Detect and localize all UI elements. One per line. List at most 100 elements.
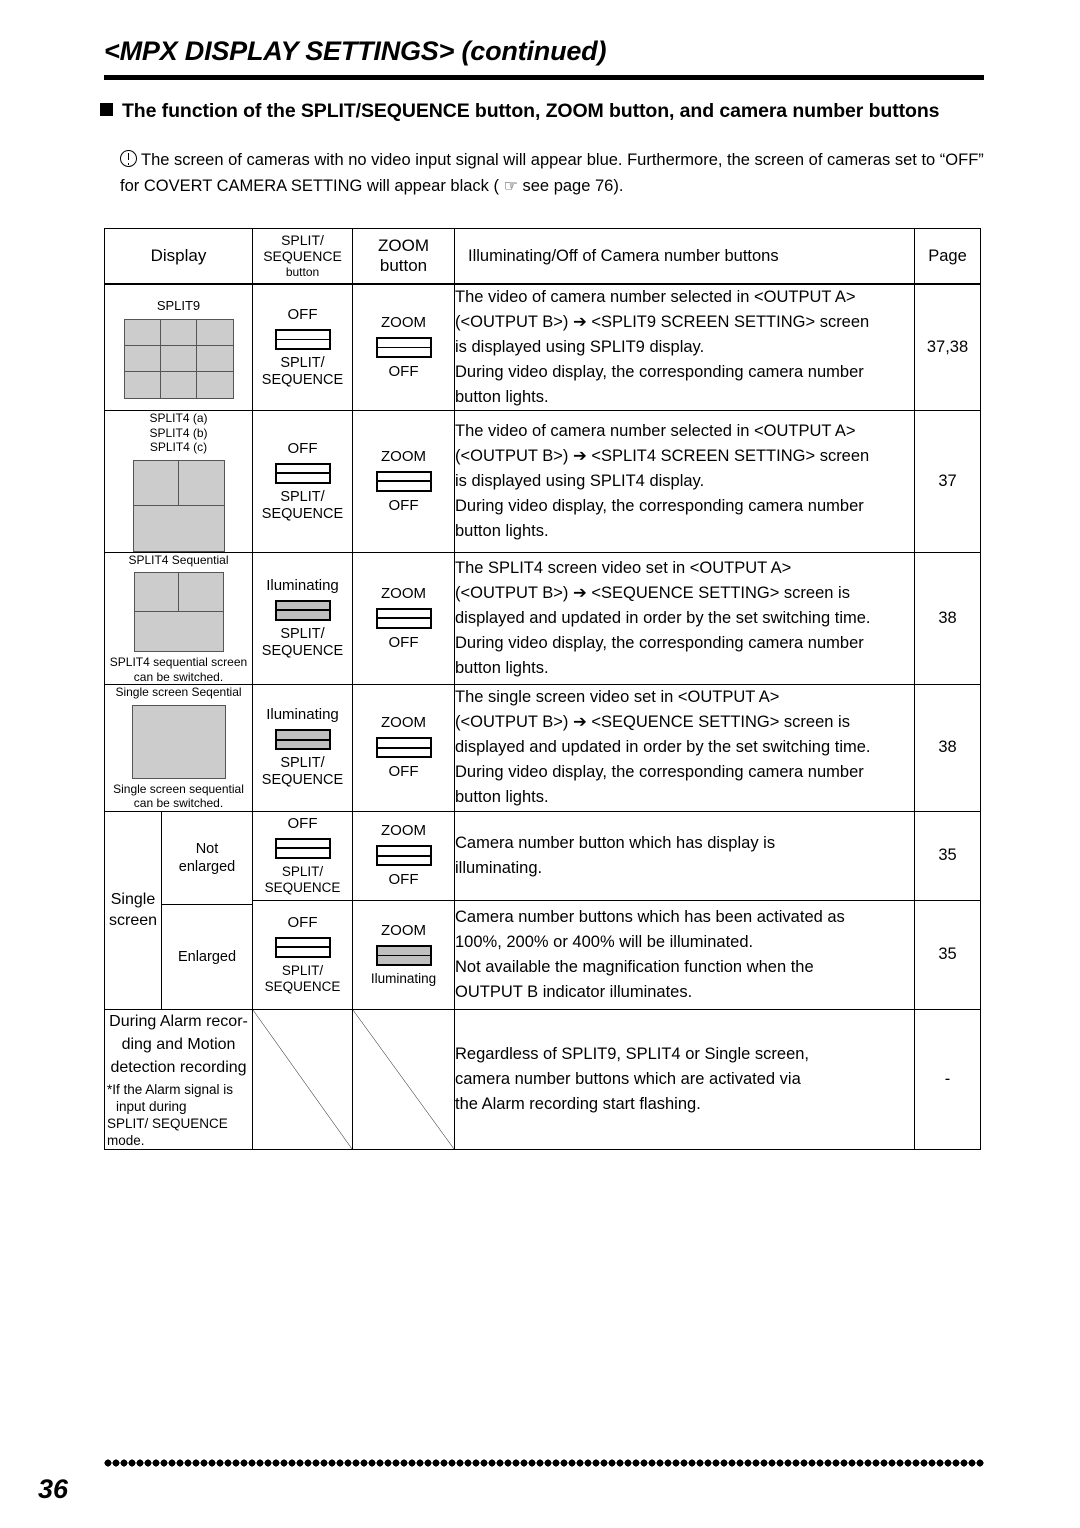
description-line: The video of camera number selected in <… (455, 288, 856, 306)
title-underline-rule (104, 75, 984, 80)
description-line: illuminating. (455, 858, 543, 877)
table-row: SPLIT4 (a) SPLIT4 (b) SPLIT4 (c) OFF SPL… (104, 410, 981, 553)
page-reference-cell: 37,38 (914, 283, 981, 411)
zoom-button-name: ZOOM (381, 447, 426, 465)
zoom-button-icon[interactable] (375, 607, 432, 629)
split-button-name-line1: SPLIT/ (280, 488, 325, 505)
page-reference-cell: 38 (914, 684, 981, 812)
zoom-cell: ZOOM Iluminating (352, 899, 455, 1010)
description-cell: The video of camera number selected in <… (454, 410, 915, 553)
split-sequence-button-icon[interactable] (274, 729, 331, 751)
description-cell: Regardless of SPLIT9, SPLIT4 or Single s… (454, 1008, 915, 1150)
alarm-sub-note: *If the Alarm signal is input during SPL… (105, 1081, 252, 1149)
split-sequence-cell: OFF SPLIT/ SEQUENCE (252, 410, 353, 553)
description-line: During video display, the corresponding … (455, 633, 864, 652)
split-state-label: OFF (287, 306, 318, 323)
display-cell-alarm-recording: During Alarm recor- ding and Motion dete… (104, 1008, 253, 1150)
alarm-sub-line: mode. (107, 1132, 145, 1148)
zoom-button-icon[interactable] (375, 737, 432, 759)
diagonal-strike-icon (353, 1010, 454, 1149)
description-line: 100%, 200% or 400% will be illuminated. (455, 932, 754, 951)
split-button-name-line1: SPLIT/ (280, 755, 325, 772)
split-sequence-button-icon[interactable] (274, 599, 331, 621)
pointing-hand-icon: ☞ (503, 176, 518, 195)
display-note: Single screen sequential can be switched… (113, 781, 244, 811)
description-line: During video display, the corresponding … (455, 363, 864, 381)
header-cell-split-sequence: SPLIT/ SEQUENCE button (252, 228, 353, 285)
note-text-after: see page 76). (517, 177, 624, 195)
split-sequence-button-icon[interactable] (274, 329, 331, 350)
single-screen-sub-column: Not enlarged Enlarged (161, 811, 252, 1009)
split-sequence-cell-not-applicable (252, 1008, 353, 1150)
split4-grid-icon (133, 572, 224, 652)
sub-label-not-enlarged: Not enlarged (162, 812, 252, 905)
description-line: the Alarm recording start flashing. (455, 1094, 701, 1113)
alarm-sub-line: SPLIT/ SEQUENCE (107, 1115, 228, 1131)
description-cell: The single screen video set in <OUTPUT A… (454, 684, 915, 812)
zoom-state-label: OFF (388, 763, 419, 781)
zoom-button-name: ZOOM (381, 921, 426, 939)
alarm-sub-line: input during (116, 1098, 187, 1114)
header-cell-page: Page (914, 228, 981, 285)
zoom-button-icon[interactable] (375, 337, 432, 358)
zoom-button-icon[interactable] (375, 944, 432, 966)
display-label: SPLIT9 (156, 297, 201, 313)
split-button-name-line2: SEQUENCE (264, 880, 341, 896)
split-button-name-line2: SEQUENCE (261, 772, 344, 789)
section-heading-text: The function of the SPLIT/SEQUENCE butto… (122, 100, 940, 122)
description-line: is displayed using SPLIT9 display. (455, 338, 705, 356)
split-sequence-button-icon[interactable] (274, 462, 331, 484)
sub-label-line1: Not (195, 840, 219, 857)
split-sequence-cell: OFF SPLIT/ SEQUENCE (252, 810, 353, 901)
description-line: displayed and updated in order by the se… (455, 738, 871, 757)
zoom-button-icon[interactable] (375, 845, 432, 867)
header-split-line3: button (285, 265, 320, 279)
alarm-main-line: During Alarm recor- (109, 1012, 248, 1030)
chapter-title: <MPX DISPLAY SETTINGS> (continued) (104, 36, 607, 66)
zoom-cell: ZOOM OFF (352, 283, 455, 411)
description-line: button lights. (455, 658, 549, 677)
zoom-state-label: OFF (388, 363, 419, 380)
split-sequence-cell: Iluminating SPLIT/ SEQUENCE (252, 551, 353, 685)
split-button-name-line1: SPLIT/ (281, 962, 324, 978)
description-line: displayed and updated in order by the se… (455, 608, 871, 627)
split-state-label: OFF (287, 439, 318, 457)
alarm-main-line: ding and Motion (121, 1035, 236, 1053)
split-sequence-cell: OFF SPLIT/ SEQUENCE (252, 899, 353, 1010)
page-reference-cell: 35 (914, 899, 981, 1010)
description-line: Not available the magnification function… (455, 957, 814, 976)
description-cell: The video of camera number selected in <… (454, 283, 915, 411)
zoom-button-icon[interactable] (375, 470, 432, 492)
display-cell-split9: SPLIT9 (104, 283, 253, 411)
sub-label-line1: Enlarged (177, 948, 237, 965)
description-line: (<OUTPUT B>) ➔ <SEQUENCE SETTING> screen… (455, 713, 850, 732)
split-state-label: Iluminating (266, 576, 339, 594)
display-label: SPLIT4 (a) (149, 411, 208, 425)
exclamation-circle-icon (120, 150, 137, 167)
zoom-cell: ZOOM OFF (352, 551, 455, 685)
zoom-state-label: OFF (388, 871, 419, 889)
description-line: Regardless of SPLIT9, SPLIT4 or Single s… (455, 1044, 810, 1063)
function-table: Display SPLIT/ SEQUENCE button ZOOM butt… (104, 228, 981, 1150)
zoom-state-label: Iluminating (370, 970, 437, 986)
header-split-line1: SPLIT/ (281, 232, 324, 248)
single-screen-label-line2: screen (108, 912, 158, 929)
description-line: button lights. (455, 788, 549, 807)
zoom-button-name: ZOOM (381, 584, 426, 602)
split4-grid-icon (132, 459, 225, 552)
zoom-button-name: ZOOM (381, 314, 426, 331)
table-row: During Alarm recor- ding and Motion dete… (104, 1008, 981, 1150)
split-state-label: Iluminating (266, 706, 339, 724)
description-line: During video display, the corresponding … (455, 763, 864, 782)
split-button-name-line1: SPLIT/ (281, 863, 324, 879)
diagonal-strike-icon (253, 1010, 352, 1149)
split-state-label: OFF (287, 913, 318, 931)
description-line: The single screen video set in <OUTPUT A… (455, 688, 780, 707)
display-cell-split4: SPLIT4 (a) SPLIT4 (b) SPLIT4 (c) (104, 410, 253, 553)
zoom-cell: ZOOM OFF (352, 810, 455, 901)
split9-grid-icon (123, 318, 234, 399)
split-sequence-button-icon[interactable] (274, 837, 331, 859)
display-note: SPLIT4 sequential screen can be switched… (109, 655, 248, 684)
split-sequence-button-icon[interactable] (274, 936, 331, 958)
display-cell-single-screen: Single screen Not enlarged Enlarged (104, 810, 253, 1010)
